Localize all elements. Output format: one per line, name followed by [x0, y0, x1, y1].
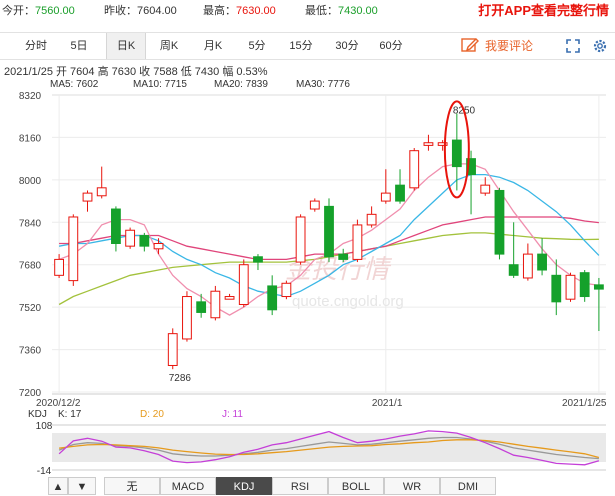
candle-body [480, 184, 491, 194]
candle-body [522, 253, 533, 279]
y-tick-label: 8160 [19, 133, 42, 144]
candle-body [182, 296, 192, 340]
x-tick-label: 2020/12/2 [36, 398, 81, 409]
candle-body [111, 208, 121, 244]
y-tick-label: 7360 [19, 346, 42, 357]
indicator-rsi[interactable]: RSI [272, 477, 328, 495]
candle-body [281, 282, 292, 298]
y-tick-label: 7680 [19, 261, 42, 272]
extreme-label: 7286 [169, 373, 192, 384]
candle-body [579, 272, 590, 298]
candle-body [366, 213, 377, 226]
candle-body [224, 296, 235, 300]
candle-body [82, 192, 93, 202]
candle-body [253, 256, 263, 263]
kdj-k-label: K: 17 [58, 409, 82, 420]
candle-body [295, 216, 306, 263]
candle-body [96, 187, 107, 197]
candle-body [508, 264, 519, 276]
candle-body [451, 139, 462, 168]
candle-body [409, 150, 420, 189]
x-tick-label: 2021/1 [372, 398, 403, 409]
kdj-tick-label: -14 [37, 466, 52, 477]
indicator-wr[interactable]: WR [384, 477, 440, 495]
indicator-kdj[interactable]: KDJ [216, 477, 272, 495]
indicator-none[interactable]: 无 [104, 477, 160, 495]
candle-body [565, 274, 576, 300]
candle-body [593, 284, 604, 290]
candle-body [125, 229, 136, 247]
candle-body [380, 192, 391, 202]
candle-body [423, 142, 434, 146]
candle-body [139, 235, 150, 247]
candle-body [338, 253, 349, 260]
kdj-title: KDJ [28, 409, 47, 420]
candle-body [267, 285, 278, 311]
scroll-down-button[interactable]: ▼ [68, 477, 96, 495]
indicator-dmi[interactable]: DMI [440, 477, 496, 495]
kdj-panel: 108 -14 [36, 421, 606, 477]
candle-body [352, 224, 363, 260]
candle-body [210, 290, 221, 319]
y-tick-label: 8000 [19, 176, 42, 187]
candle-body [395, 184, 405, 202]
candle-body [309, 200, 320, 210]
indicator-boll[interactable]: BOLL [328, 477, 384, 495]
candle-body [68, 216, 79, 282]
watermark-url: quote.cngold.org [292, 293, 404, 310]
candle-body [153, 243, 164, 250]
price-grid: 832081608000784076807520736072002020/12/… [19, 91, 607, 409]
candle-body [324, 205, 334, 258]
x-tick-label: 2021/1/25 [562, 398, 607, 409]
y-tick-label: 7840 [19, 218, 42, 229]
scroll-up-button[interactable]: ▲ [48, 477, 68, 495]
candle-body [551, 274, 562, 303]
candle-body [494, 189, 505, 255]
y-tick-label: 7520 [19, 303, 42, 314]
y-tick-label: 8320 [19, 91, 42, 102]
kdj-d-label: D: 20 [140, 409, 164, 420]
kdj-j-label: J: 11 [222, 409, 243, 420]
candle-body [54, 258, 65, 276]
kline-chart[interactable]: 832081608000784076807520736072002020/12/… [0, 0, 615, 496]
indicator-macd[interactable]: MACD [160, 477, 216, 495]
candles [54, 113, 604, 370]
kdj-tick-label: 108 [36, 421, 53, 432]
candle-body [238, 264, 249, 305]
candle-body [196, 301, 207, 313]
candle-body [167, 333, 178, 366]
candle-body [537, 253, 547, 271]
